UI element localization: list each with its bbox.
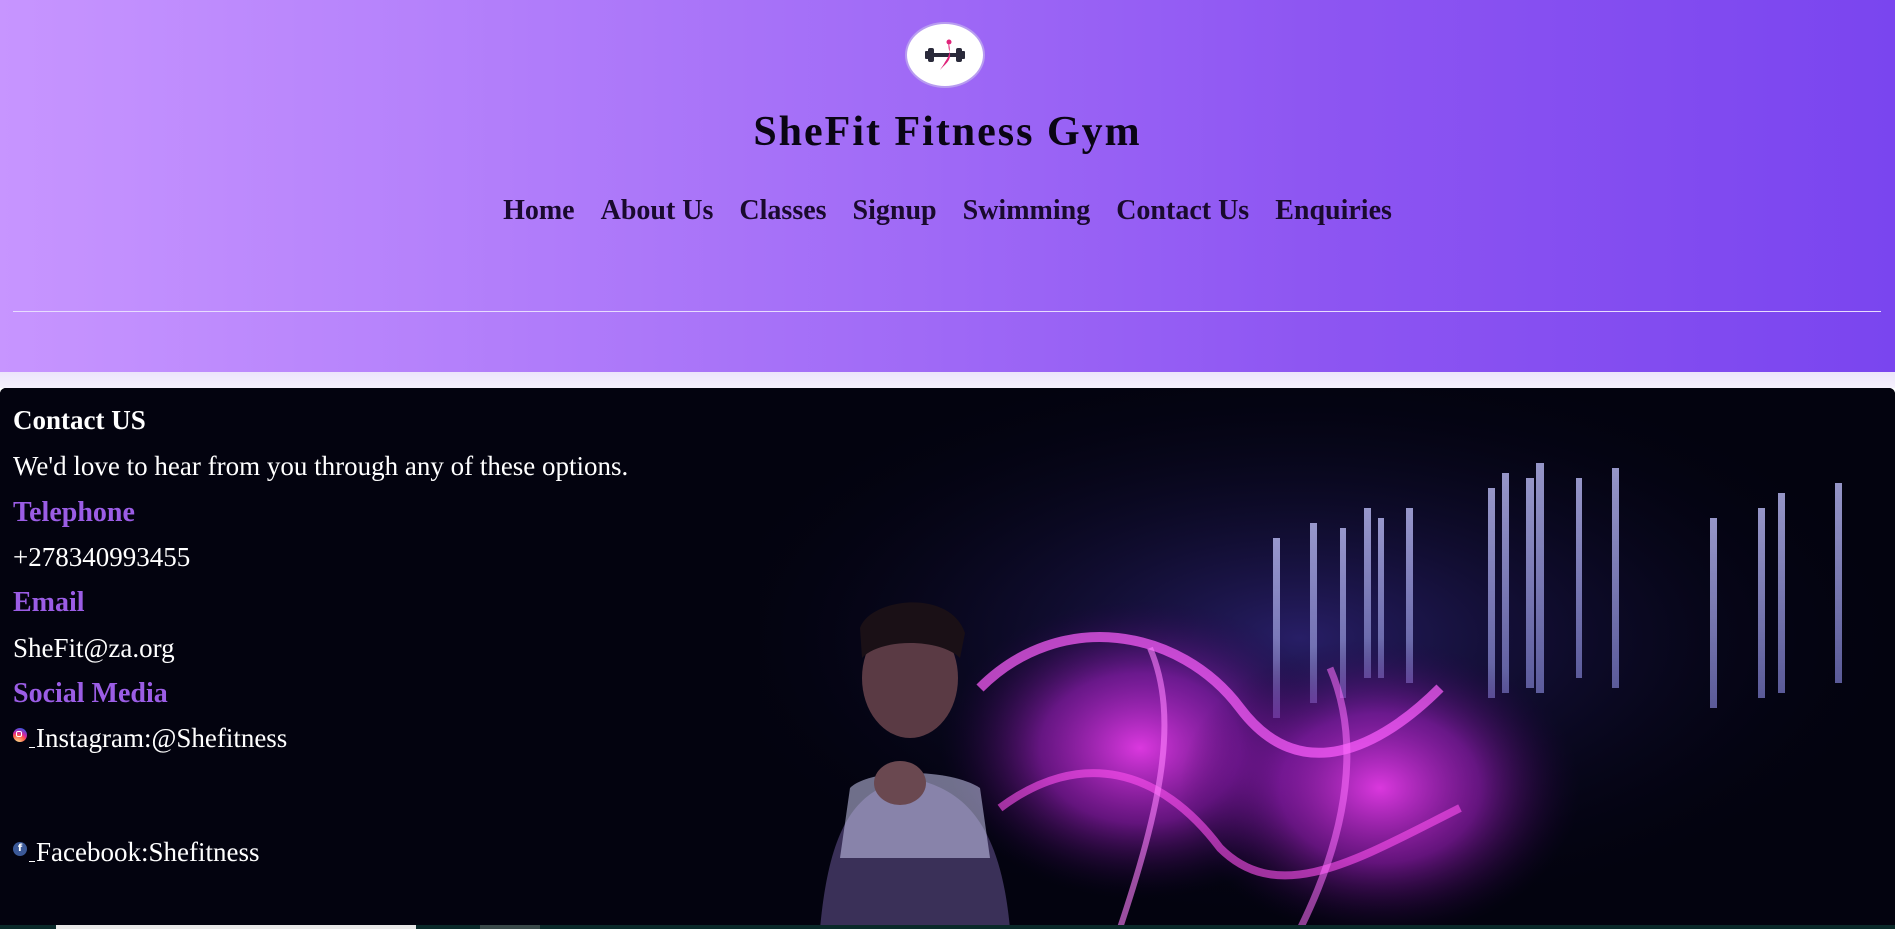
nav-about-us[interactable]: About Us xyxy=(588,193,727,229)
link-underline xyxy=(29,837,35,862)
nav-contact-us[interactable]: Contact Us xyxy=(1103,193,1262,229)
bottom-strip-segment xyxy=(480,925,540,929)
logo[interactable] xyxy=(905,22,985,88)
dumbbell-woman-icon xyxy=(925,39,965,70)
telephone-value[interactable]: +278340993455 xyxy=(13,542,190,573)
instagram-link[interactable]: Instagram:@Shefitness xyxy=(13,723,287,754)
facebook-label: Facebook:Shefitness xyxy=(36,837,260,867)
nav-classes[interactable]: Classes xyxy=(726,193,839,229)
email-value[interactable]: SheFit@za.org xyxy=(13,633,175,664)
contact-heading: Contact US xyxy=(13,405,146,435)
instagram-icon xyxy=(13,728,27,742)
contact-intro: We'd love to hear from you through any o… xyxy=(13,451,629,481)
nav-swimming[interactable]: Swimming xyxy=(950,193,1104,229)
instagram-label: Instagram:@Shefitness xyxy=(36,723,288,753)
contact-section: Contact US We'd love to hear from you th… xyxy=(0,388,1895,929)
bottom-strip-segment xyxy=(56,925,416,929)
site-header: SheFit Fitness Gym Home About Us Classes… xyxy=(0,0,1895,372)
site-title: SheFit Fitness Gym xyxy=(753,109,1142,155)
telephone-label: Telephone xyxy=(13,497,135,528)
email-label: Email xyxy=(13,587,85,618)
section-gap xyxy=(0,372,1895,388)
nav-signup[interactable]: Signup xyxy=(840,193,950,229)
nav-home[interactable]: Home xyxy=(490,193,588,229)
facebook-link[interactable]: f Facebook:Shefitness xyxy=(13,837,259,868)
social-media-label: Social Media xyxy=(13,678,168,709)
header-divider xyxy=(13,311,1881,312)
nav-enquiries[interactable]: Enquiries xyxy=(1262,193,1405,229)
facebook-icon: f xyxy=(13,842,27,856)
bottom-scroll-strip xyxy=(0,925,1895,929)
main-nav: Home About Us Classes Signup Swimming Co… xyxy=(0,193,1895,229)
link-underline xyxy=(29,723,35,748)
